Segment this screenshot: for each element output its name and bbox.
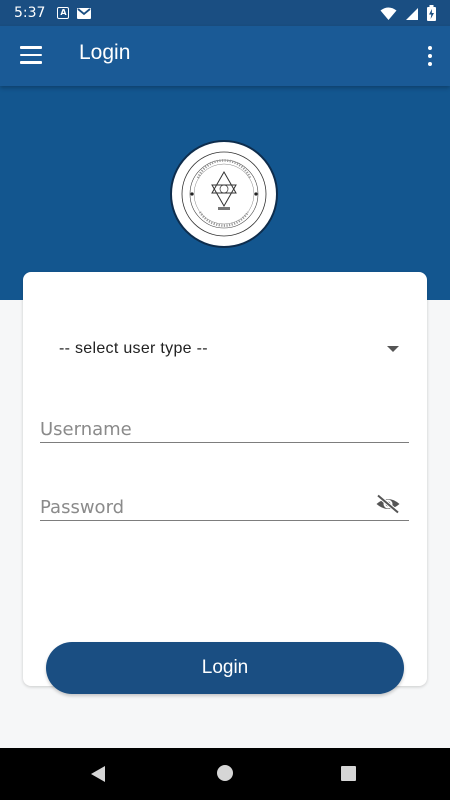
username-field	[40, 406, 409, 443]
battery-charging-icon	[427, 5, 436, 25]
login-button[interactable]: Login	[46, 642, 404, 694]
institution-seal-logo	[170, 140, 278, 248]
wifi-icon	[380, 6, 397, 25]
system-icons	[380, 5, 436, 25]
user-type-selected: -- select user type --	[59, 340, 208, 357]
more-vertical-icon[interactable]	[426, 46, 434, 66]
user-type-select[interactable]: -- select user type --	[59, 334, 399, 364]
home-icon[interactable]	[217, 765, 233, 781]
status-bar: 5:37 A	[0, 0, 450, 26]
recents-icon[interactable]	[341, 766, 356, 781]
username-input[interactable]	[40, 419, 360, 440]
hamburger-menu-icon[interactable]	[20, 46, 42, 64]
status-time: 5:37	[14, 5, 46, 21]
a-box-icon: A	[57, 7, 70, 19]
signal-icon	[405, 6, 419, 25]
back-icon[interactable]	[91, 766, 105, 782]
app-bar: Login	[0, 26, 450, 86]
gmail-icon	[77, 7, 92, 19]
password-input[interactable]	[40, 497, 360, 518]
visibility-off-icon[interactable]	[375, 493, 401, 515]
page-title: Login	[79, 41, 131, 64]
password-field	[40, 484, 409, 521]
login-card: -- select user type --	[23, 272, 427, 686]
dropdown-arrow-icon	[387, 346, 399, 352]
system-nav-bar	[0, 748, 450, 800]
